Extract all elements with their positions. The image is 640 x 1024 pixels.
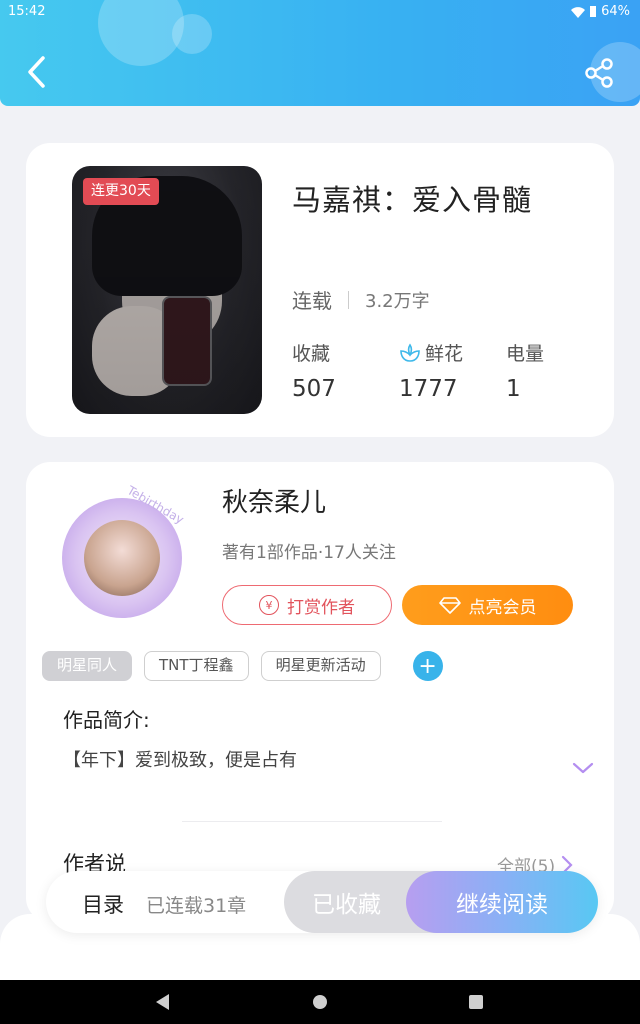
tip-label: 打赏作者	[287, 597, 355, 618]
update-streak-badge: 连更30天	[83, 178, 159, 205]
nav-recents-icon[interactable]	[469, 995, 483, 1009]
intro-heading: 作品简介:	[63, 708, 150, 732]
chapter-count: 已连载31章	[146, 895, 247, 917]
tag-list: 明星同人 TNT丁程鑫 明星更新活动 +	[42, 651, 443, 681]
stat-value: 507	[292, 376, 336, 402]
yen-icon: ¥	[259, 595, 279, 615]
avatar-image	[84, 520, 160, 596]
header-bar: 15:42 64%	[0, 0, 640, 106]
stat-label: 收藏	[292, 343, 331, 365]
author-description: 著有1部作品·17人关注	[222, 543, 396, 563]
battery-icon	[590, 6, 597, 17]
nav-back-icon[interactable]	[156, 994, 169, 1010]
stat-label: 电量	[506, 343, 545, 365]
book-stats: 收藏 507 鲜花 1777 电量 1	[292, 339, 592, 409]
toc-button[interactable]: 目录	[82, 889, 124, 919]
nav-home-icon[interactable]	[313, 995, 327, 1009]
activate-vip-button[interactable]: 点亮会员	[402, 585, 573, 625]
wifi-icon	[571, 6, 586, 18]
system-nav-bar	[0, 980, 640, 1024]
meta-divider	[348, 290, 349, 309]
tip-author-button[interactable]: ¥ 打赏作者	[222, 585, 392, 625]
stat-value: 1777	[399, 376, 458, 402]
bottom-action-bar: 目录 已连载31章 已收藏 继续阅读	[46, 871, 598, 933]
share-button[interactable]	[580, 54, 618, 92]
author-avatar[interactable]: Tebirthday	[54, 482, 186, 630]
status-time: 15:42	[8, 4, 46, 19]
stat-energy: 电量 1	[506, 339, 544, 402]
battery-level: 64%	[601, 4, 630, 19]
serial-status: 连载	[292, 289, 332, 313]
continue-reading-button[interactable]: 继续阅读	[406, 871, 598, 933]
back-button[interactable]	[18, 52, 54, 92]
author-name: 秋奈柔儿	[222, 488, 327, 518]
intro-text: 【年下】爱到极致，便是占有	[63, 750, 297, 771]
diamond-icon	[438, 597, 461, 614]
tag-item[interactable]: TNT丁程鑫	[144, 651, 249, 681]
book-cover[interactable]: 连更30天	[72, 166, 262, 414]
tag-item[interactable]: 明星同人	[42, 651, 133, 681]
stat-flowers[interactable]: 鲜花 1777	[399, 339, 463, 402]
share-icon	[585, 58, 613, 88]
book-info-card: 连更30天 马嘉祺：爱入骨髓 连载 3.2万字 收藏 507 鲜花 1777 电…	[26, 143, 614, 437]
stat-value: 1	[506, 376, 521, 402]
chevron-left-icon	[28, 56, 45, 88]
author-card: Tebirthday 秋奈柔儿 著有1部作品·17人关注 ¥ 打赏作者 点亮会员…	[26, 462, 614, 922]
tag-item[interactable]: 明星更新活动	[260, 651, 381, 681]
chevron-down-icon[interactable]	[571, 760, 595, 776]
section-divider	[182, 821, 442, 822]
stat-label-row: 鲜花	[399, 339, 463, 366]
status-bar: 15:42 64%	[0, 0, 640, 26]
stat-label: 鲜花	[425, 343, 464, 365]
add-tag-button[interactable]: +	[412, 651, 443, 681]
vip-label: 点亮会员	[468, 597, 537, 618]
status-right: 64%	[571, 4, 630, 19]
stat-favorites: 收藏 507	[292, 339, 336, 402]
word-count: 3.2万字	[365, 290, 430, 312]
flower-icon	[400, 343, 420, 362]
book-meta: 连载 3.2万字	[292, 285, 430, 314]
book-title: 马嘉祺：爱入骨髓	[292, 183, 533, 217]
